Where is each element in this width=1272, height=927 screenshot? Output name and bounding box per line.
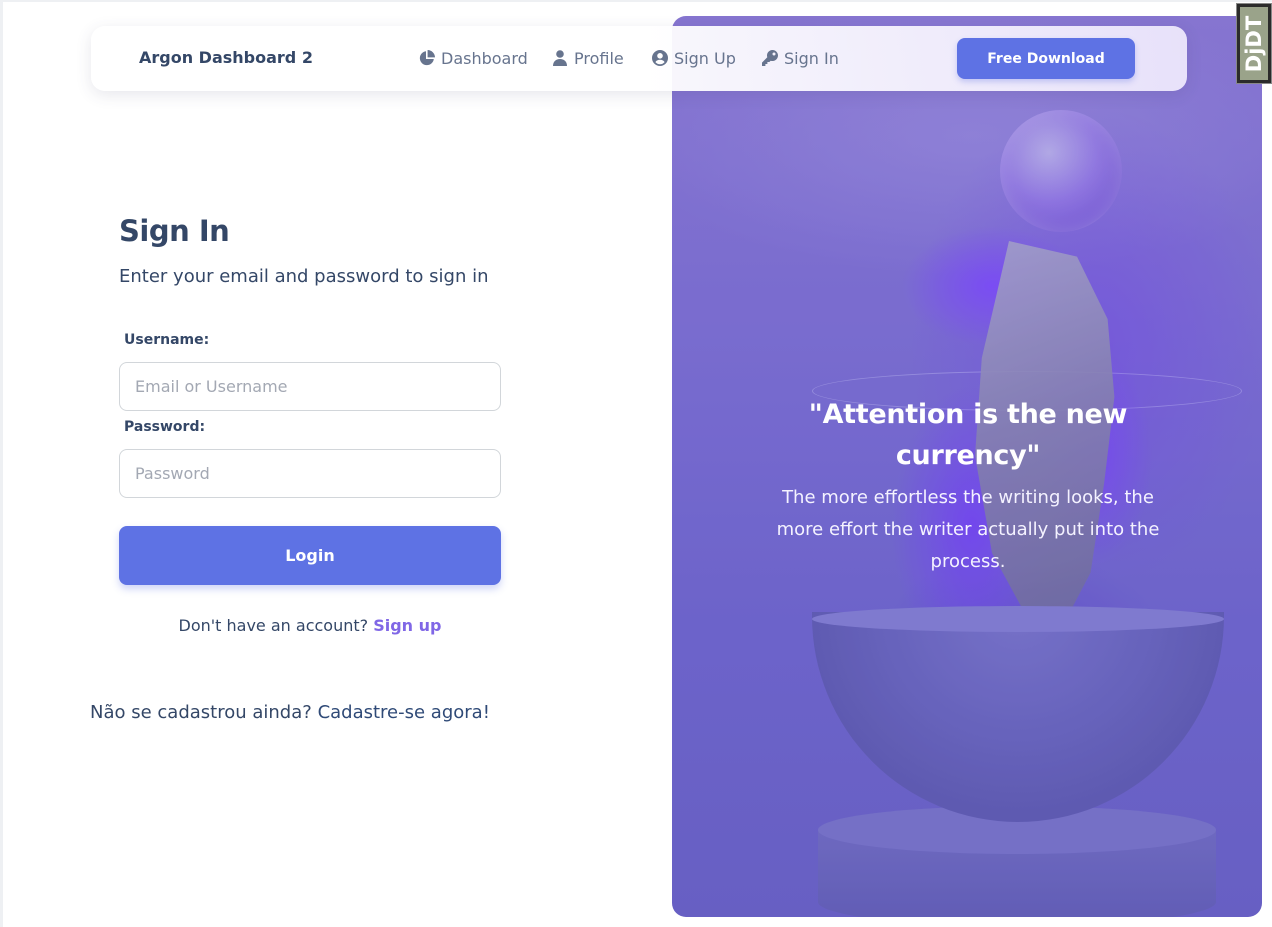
nav-item-sign-in[interactable]: Sign In (762, 46, 839, 70)
nav-item-label: Profile (574, 48, 624, 68)
nav-item-dashboard[interactable]: Dashboard (419, 46, 528, 70)
nav-item-label: Dashboard (441, 48, 528, 68)
username-input[interactable] (119, 362, 501, 411)
hero-quote: "Attention is the new currency" (808, 399, 1128, 471)
debug-toolbar-label: DjDT (1242, 15, 1267, 72)
password-label: Password: (124, 419, 206, 435)
hero-panel: "Attention is the new currency" The more… (672, 16, 1262, 917)
page-subtitle: Enter your email and password to sign in (119, 266, 489, 287)
password-input[interactable] (119, 449, 501, 498)
account-prompt: Don't have an account? (178, 616, 369, 635)
brand-link[interactable]: Argon Dashboard 2 (139, 48, 313, 67)
debug-toolbar-label-box: DjDT (1240, 7, 1268, 80)
nav-item-profile[interactable]: Profile (552, 46, 624, 70)
user-circle-icon (652, 50, 668, 66)
hero-description: The more effortless the writing looks, t… (776, 487, 1160, 572)
nav-item-label: Sign In (784, 48, 839, 68)
username-label: Username: (124, 332, 210, 348)
nav-item-label: Sign Up (674, 48, 736, 68)
debug-toolbar-handle[interactable]: DjDT (1236, 3, 1272, 84)
pt-signup-link[interactable]: Cadastre-se agora! (318, 702, 490, 723)
user-icon (553, 50, 567, 66)
hero-text-block: "Attention is the new currency" The more… (768, 394, 1168, 578)
pt-signup-prompt: Não se cadastrou ainda? (90, 702, 312, 723)
nav-item-sign-up[interactable]: Sign Up (652, 46, 736, 70)
account-prompt-line: Don't have an account? Sign up (119, 616, 501, 635)
free-download-button[interactable]: Free Download (957, 38, 1135, 79)
page-title: Sign In (119, 214, 230, 248)
key-icon (762, 50, 778, 66)
login-button[interactable]: Login (119, 526, 501, 585)
pt-signup-line: Não se cadastrou ainda? Cadastre-se agor… (90, 702, 490, 723)
pie-chart-icon (419, 50, 435, 66)
top-navbar: Argon Dashboard 2 Dashboard Profile Sign… (91, 26, 1187, 91)
sign-up-link[interactable]: Sign up (373, 616, 441, 635)
